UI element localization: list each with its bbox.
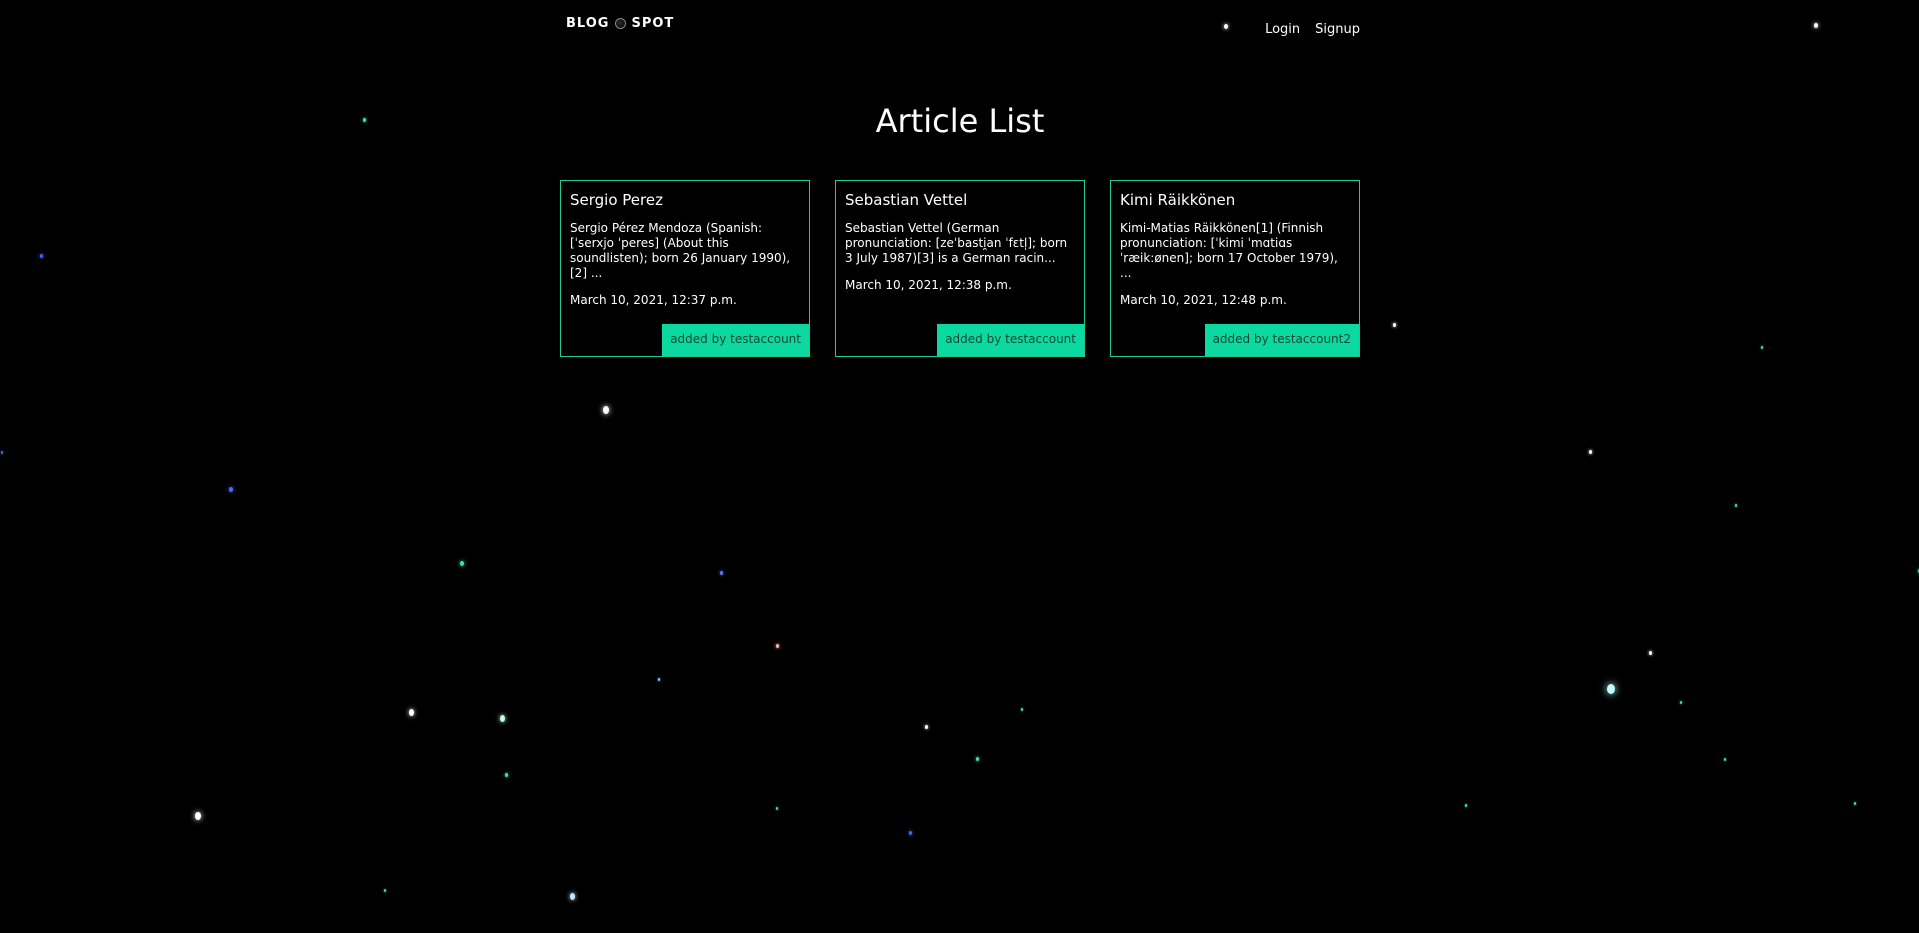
star	[499, 714, 505, 722]
star	[408, 708, 414, 716]
star	[1854, 802, 1856, 805]
star	[384, 889, 386, 892]
star	[1465, 804, 1467, 807]
article-snippet: Sergio Pérez Mendoza (Spanish: [ˈserxjo …	[570, 221, 791, 280]
article-card[interactable]: Kimi Räikkönen Kimi-Matias Räikkönen[1] …	[1110, 180, 1360, 357]
star	[975, 756, 979, 761]
star	[658, 678, 660, 681]
star	[776, 807, 778, 810]
article-date: March 10, 2021, 12:37 p.m.	[570, 293, 737, 307]
star	[775, 643, 779, 648]
page: BLOG SPOT Login Signup Article List Serg…	[0, 0, 1919, 933]
article-author-badge: added by testaccount	[937, 324, 1084, 356]
nav-links: Login Signup	[1265, 22, 1360, 37]
page-container: BLOG SPOT Login Signup Article List Serg…	[560, 0, 1360, 357]
star	[195, 812, 201, 820]
logo-circle-icon	[615, 18, 627, 29]
star	[569, 892, 575, 900]
star	[362, 117, 366, 122]
star	[1648, 650, 1652, 655]
article-title[interactable]: Sergio Perez	[570, 190, 800, 210]
star	[1392, 322, 1396, 327]
article-card[interactable]: Sebastian Vettel Sebastian Vettel (Germa…	[835, 180, 1085, 357]
star	[504, 772, 508, 777]
star	[1761, 346, 1763, 349]
star	[1021, 708, 1023, 711]
star	[1814, 23, 1818, 28]
article-title[interactable]: Kimi Räikkönen	[1120, 190, 1350, 210]
article-card[interactable]: Sergio Perez Sergio Pérez Mendoza (Spani…	[560, 180, 810, 357]
star	[1, 451, 3, 454]
login-link[interactable]: Login	[1265, 22, 1300, 37]
site-logo[interactable]: BLOG SPOT	[566, 16, 674, 31]
article-snippet: Kimi-Matias Räikkönen[1] (Finnish pronun…	[1120, 221, 1338, 280]
star	[39, 253, 43, 258]
logo-text-left: BLOG	[566, 16, 610, 31]
article-author-badge: added by testaccount2	[1204, 324, 1359, 356]
star	[229, 487, 233, 492]
signup-link[interactable]: Signup	[1315, 22, 1360, 37]
star	[908, 830, 912, 835]
star	[1735, 504, 1737, 507]
article-date: March 10, 2021, 12:38 p.m.	[845, 278, 1012, 292]
star	[1680, 701, 1682, 704]
star	[460, 561, 464, 566]
star	[1724, 758, 1726, 761]
star	[924, 724, 928, 729]
navbar: BLOG SPOT Login Signup	[560, 0, 1360, 60]
page-title: Article List	[875, 102, 1045, 140]
article-list: Sergio Perez Sergio Pérez Mendoza (Spani…	[560, 180, 1360, 357]
article-date: March 10, 2021, 12:48 p.m.	[1120, 293, 1287, 307]
logo-text-right: SPOT	[631, 16, 675, 31]
star	[1588, 449, 1592, 454]
star	[1607, 684, 1615, 694]
star	[603, 406, 609, 414]
article-author-badge: added by testaccount	[662, 324, 809, 356]
article-title[interactable]: Sebastian Vettel	[845, 190, 1075, 210]
article-snippet: Sebastian Vettel (German pronunciation: …	[845, 221, 1068, 265]
star	[719, 570, 723, 575]
